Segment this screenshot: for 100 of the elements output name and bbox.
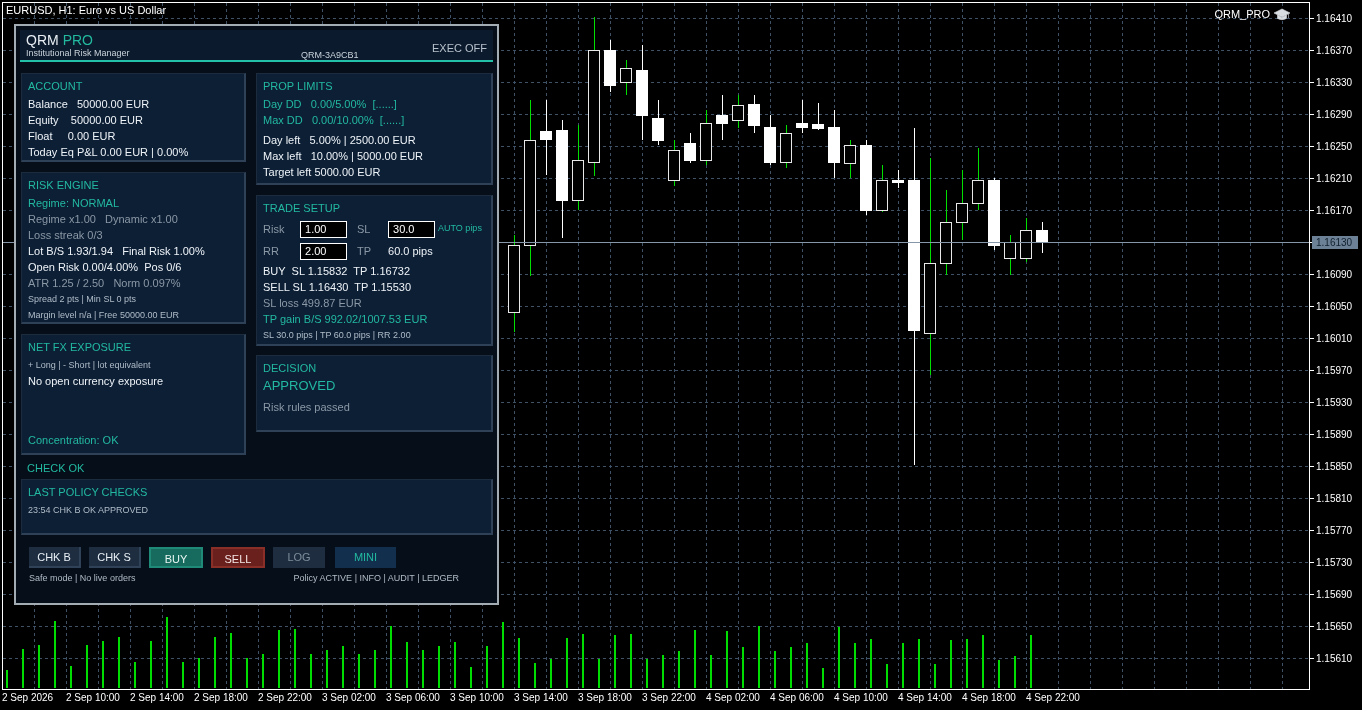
- time-label: 2 Sep 22:00: [258, 692, 312, 703]
- footer-text: Safe mode | No live orders: [29, 572, 136, 585]
- section-title: TRADE SETUP: [263, 201, 342, 215]
- info-line: SELL SL 1.16430 TP 1.15530: [263, 280, 413, 295]
- price-label: 1.15810: [1316, 493, 1353, 504]
- section-title: RISK ENGINE: [28, 178, 100, 192]
- price-label: 1.16410: [1316, 13, 1353, 24]
- price-label: 1.15970: [1316, 365, 1353, 376]
- info-line: SL loss 499.87 EUR: [263, 296, 363, 311]
- price-label: 1.15770: [1316, 525, 1353, 536]
- candle: [1004, 234, 1016, 276]
- action-button[interactable]: CHK S: [89, 547, 141, 568]
- time-label: 4 Sep 10:00: [834, 692, 888, 703]
- input-field[interactable]: 30.0: [388, 220, 436, 238]
- price-label: 1.16330: [1316, 77, 1353, 88]
- time-label: 2 Sep 10:00: [66, 692, 120, 703]
- time-label: 3 Sep 02:00: [322, 692, 376, 703]
- candle: [892, 169, 904, 189]
- time-label: 2 Sep 14:00: [130, 692, 184, 703]
- action-button[interactable]: LOG: [273, 547, 325, 568]
- section-title: NET FX EXPOSURE: [28, 340, 133, 354]
- info-line: Balance 50000.00 EUR: [28, 97, 151, 112]
- info-line: Lot B/S 1.93/1.94 Final Risk 1.00%: [28, 244, 206, 259]
- candle: [972, 147, 984, 211]
- candle: [1036, 221, 1048, 254]
- time-label: 2 Sep 18:00: [194, 692, 248, 703]
- price-label: 1.16290: [1316, 109, 1353, 120]
- price-label: 1.16170: [1316, 205, 1353, 216]
- price-label: 1.15650: [1316, 621, 1353, 632]
- input-field[interactable]: 2.00: [300, 242, 348, 260]
- time-label: 4 Sep 22:00: [1026, 692, 1080, 703]
- time-label: 3 Sep 06:00: [386, 692, 440, 703]
- candle: [956, 169, 968, 241]
- price-label: 1.15890: [1316, 429, 1353, 440]
- price-label: 1.15690: [1316, 589, 1353, 600]
- check-status: CHECK OK: [27, 461, 86, 476]
- price-label: 1.15730: [1316, 557, 1353, 568]
- time-label: 3 Sep 10:00: [450, 692, 504, 703]
- tp-value: 60.0 pips: [388, 243, 433, 259]
- price-label: 1.15850: [1316, 461, 1353, 472]
- candle: [764, 114, 776, 166]
- current-price-label: 1.16130: [1312, 236, 1358, 249]
- input-field[interactable]: 1.00: [300, 220, 348, 238]
- time-label: 3 Sep 14:00: [514, 692, 568, 703]
- info-line: Spread 2 pts | Min SL 0 pts: [28, 293, 138, 306]
- candle: [716, 94, 728, 141]
- price-label: 1.15610: [1316, 653, 1353, 664]
- chart-title: EURUSD, H1: Euro vs US Dollar: [6, 3, 167, 18]
- exposure-message: No open currency exposure: [28, 374, 165, 389]
- info-line: Regime: NORMAL: [28, 196, 121, 211]
- field-label: Risk: [263, 221, 286, 237]
- price-label: 1.16210: [1316, 173, 1353, 184]
- candle: [796, 99, 808, 134]
- brand-title: QRM PRO: [26, 33, 94, 48]
- action-button[interactable]: BUY: [149, 547, 203, 568]
- info-line: Day DD 0.00/5.00% [......]: [263, 97, 398, 112]
- action-button[interactable]: CHK B: [29, 547, 81, 568]
- info-line: Float 0.00 EUR: [28, 129, 117, 144]
- info-line: BUY SL 1.15832 TP 1.16732: [263, 264, 412, 279]
- info-line: Margin level n/a | Free 50000.00 EUR: [28, 309, 180, 322]
- info-line: Today Eq P&L 0.00 EUR | 0.00%: [28, 145, 190, 160]
- field-label: TP: [357, 243, 373, 259]
- field-label: RR: [263, 243, 280, 259]
- section-title: ACCOUNT: [28, 79, 84, 93]
- candle: [668, 139, 680, 187]
- price-label: 1.16050: [1316, 301, 1353, 312]
- time-label: 4 Sep 06:00: [770, 692, 824, 703]
- action-button[interactable]: MINI: [335, 547, 396, 568]
- decision-verdict: APPROVED: [263, 378, 337, 394]
- field-label: SL: [357, 221, 372, 237]
- candle: [780, 124, 792, 169]
- time-label: 4 Sep 14:00: [898, 692, 952, 703]
- info-line: Open Risk 0.00/4.00% Pos 0/6: [28, 260, 183, 275]
- info-line: SL 30.0 pips | TP 60.0 pips | RR 2.00: [263, 329, 412, 342]
- candle: [748, 94, 760, 134]
- info-line: Regime x1.00 Dynamic x1.00: [28, 212, 179, 227]
- candle: [652, 99, 664, 146]
- section-title: PROP LIMITS: [263, 79, 334, 93]
- action-button[interactable]: SELL: [211, 547, 265, 568]
- info-line: Max DD 0.00/10.00% [......]: [263, 113, 406, 128]
- info-line: TP gain B/S 992.02/1007.53 EUR: [263, 312, 429, 327]
- section-title: DECISION: [263, 361, 318, 375]
- candle: [620, 59, 632, 96]
- time-label: 4 Sep 18:00: [962, 692, 1016, 703]
- info-line: Day left 5.00% | 2500.00 EUR: [263, 133, 417, 148]
- info-line: Target left 5000.00 EUR: [263, 165, 382, 180]
- price-label: 1.16250: [1316, 141, 1353, 152]
- candle: [812, 102, 824, 131]
- policy-entry: 23:54 CHK B OK APPROVED: [28, 504, 150, 517]
- price-label: 1.16090: [1316, 269, 1353, 280]
- instance-id: QRM-3A9CB1: [301, 49, 359, 62]
- decision-reason: Risk rules passed: [263, 400, 351, 415]
- legend-text: + Long | - Short | lot equivalent: [28, 359, 152, 372]
- price-label: 1.16370: [1316, 45, 1353, 56]
- candle: [1020, 217, 1032, 263]
- concentration-status: Concentration: OK: [28, 433, 120, 448]
- time-label: 4 Sep 02:00: [706, 692, 760, 703]
- candle: [828, 109, 840, 179]
- time-label: 3 Sep 18:00: [578, 692, 632, 703]
- candle: [604, 39, 616, 93]
